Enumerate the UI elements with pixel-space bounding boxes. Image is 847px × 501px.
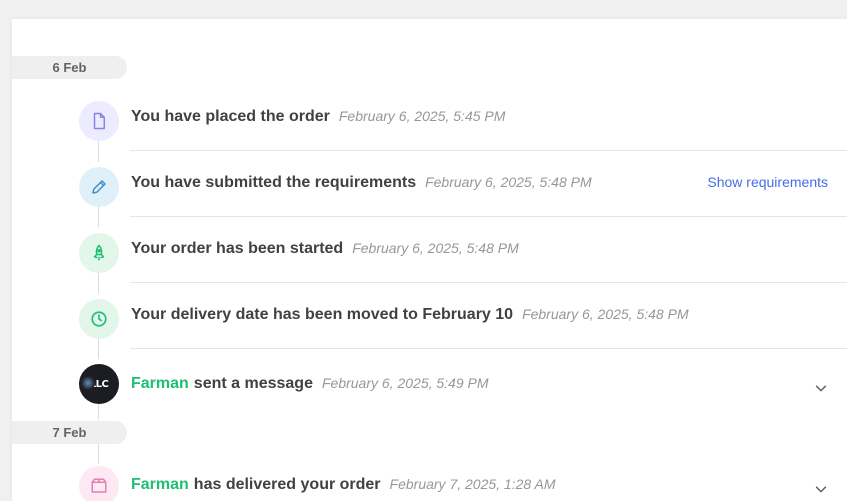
event-title: Your delivery date has been moved to Feb… [131, 306, 514, 323]
timeline-connector [98, 270, 99, 293]
pencil-icon [79, 167, 119, 207]
timeline-connector [98, 444, 99, 464]
timeline-event: Farman has delivered your order February… [131, 476, 847, 494]
timeline-connector [98, 337, 99, 359]
document-icon [79, 101, 119, 141]
event-time: February 6, 2025, 5:48 PM [352, 240, 519, 256]
row-divider [130, 282, 847, 283]
user-name-link[interactable]: Farman [131, 375, 189, 393]
event-time: February 6, 2025, 5:48 PM [425, 174, 592, 190]
show-requirements-link[interactable]: Show requirements [707, 174, 828, 190]
date-separator: 7 Feb [12, 421, 127, 444]
clock-icon [79, 299, 119, 339]
avatar[interactable]: LLC [79, 364, 119, 404]
timeline-event: Your delivery date has been moved to Feb… [131, 306, 847, 324]
event-title: You have submitted the requirements [131, 174, 417, 191]
timeline-connector [98, 138, 99, 162]
event-title: has delivered your order [193, 476, 381, 493]
event-title: sent a message [193, 375, 313, 392]
event-time: February 6, 2025, 5:48 PM [522, 306, 689, 322]
event-time: February 6, 2025, 5:49 PM [321, 375, 489, 391]
event-title: Your order has been started [131, 240, 344, 257]
date-separator: 6 Feb [12, 56, 127, 79]
row-divider [130, 216, 847, 217]
date-label: 6 Feb [52, 60, 87, 75]
date-label: 7 Feb [52, 425, 87, 440]
row-divider [130, 348, 847, 349]
event-time: February 7, 2025, 1:28 AM [389, 476, 556, 492]
chevron-down-icon[interactable] [814, 482, 828, 496]
timeline-event: Farman sent a message February 6, 2025, … [131, 375, 847, 393]
avatar-glow [81, 376, 95, 390]
event-title: You have placed the order [131, 108, 330, 125]
order-timeline-card: 6 Feb You have placed the order February… [12, 19, 847, 501]
timeline-connector [98, 205, 99, 227]
chevron-down-icon[interactable] [814, 381, 828, 395]
timeline-event: Your order has been started February 6, … [131, 240, 847, 258]
timeline-event: You have placed the order February 6, 20… [131, 108, 847, 126]
row-divider [130, 150, 847, 151]
event-time: February 6, 2025, 5:45 PM [338, 108, 506, 124]
rocket-icon [79, 233, 119, 273]
package-icon [79, 466, 119, 501]
user-name-link[interactable]: Farman [131, 476, 189, 494]
